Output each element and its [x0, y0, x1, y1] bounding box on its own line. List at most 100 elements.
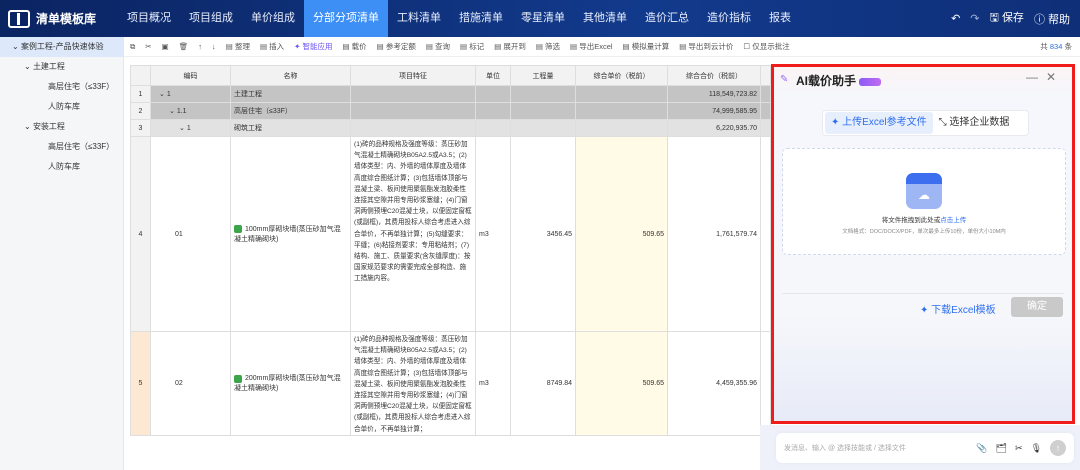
nav-tab[interactable]: 造价指标: [698, 0, 760, 37]
nav-tab[interactable]: 单价组成: [242, 0, 304, 37]
name-cell[interactable]: 100mm厚砌块墙(蒸压砂加气混凝土精确砌块): [230, 136, 351, 332]
nav-tab[interactable]: 报表: [760, 0, 800, 37]
code-cell[interactable]: ⌄ 1: [150, 119, 231, 137]
unit-price-cell[interactable]: [575, 85, 668, 103]
total-price-cell[interactable]: 6,220,935.70: [667, 119, 761, 137]
toolbar-insert-button[interactable]: ▤ 插入: [260, 41, 284, 52]
column-header[interactable]: 项目特征: [350, 65, 476, 86]
feature-cell[interactable]: [350, 85, 476, 103]
quantity-cell[interactable]: [510, 85, 576, 103]
total-price-cell[interactable]: 74,999,585.95: [667, 102, 761, 120]
unit-cell[interactable]: m3: [475, 331, 511, 436]
nav-tab[interactable]: 其他清单: [574, 0, 636, 37]
column-header[interactable]: 工程量: [510, 65, 576, 86]
nav-tab[interactable]: 造价汇总: [636, 0, 698, 37]
column-header[interactable]: 单位: [475, 65, 511, 86]
unit-cell[interactable]: [475, 85, 511, 103]
toolbar-calc-button[interactable]: ▤ 模拟量计算: [623, 41, 670, 52]
folder-icon[interactable]: 🗂: [996, 443, 1007, 454]
nav-tab[interactable]: 零星清单: [512, 0, 574, 37]
attach-icon[interactable]: 📎: [976, 443, 987, 454]
unit-cell[interactable]: m3: [475, 136, 511, 332]
unit-price-cell[interactable]: [575, 102, 668, 120]
toolbar-search-button[interactable]: ▤ 查询: [426, 41, 450, 52]
toolbar-quota-button[interactable]: ▤ 参考定额: [377, 41, 416, 52]
column-header[interactable]: 名称: [230, 65, 351, 86]
microphone-icon[interactable]: 🎙: [1031, 443, 1042, 454]
total-price-cell[interactable]: 4,459,355.96: [667, 331, 761, 436]
help-button[interactable]: ⓘ 帮助: [1034, 11, 1070, 27]
move-down-icon[interactable]: ↓: [212, 42, 216, 51]
unit-price-cell[interactable]: 509.65: [575, 331, 668, 436]
tree-item-garage[interactable]: 人防车库: [0, 97, 123, 117]
unit-cell[interactable]: [475, 102, 511, 120]
collapse-icon[interactable]: ⌄: [159, 91, 167, 98]
table-row[interactable]: 3 ⌄ 1 砌筑工程 6,220,935.70: [130, 119, 771, 137]
collapse-icon[interactable]: ⌄: [169, 108, 177, 115]
copy-icon[interactable]: ⧉: [130, 42, 135, 52]
toolbar-mark-button[interactable]: ▤ 标记: [460, 41, 484, 52]
paste-icon[interactable]: ▣: [162, 42, 169, 51]
tree-item-install[interactable]: ⌄ 安装工程: [0, 117, 123, 137]
column-header[interactable]: 综合单价（税前）: [575, 65, 668, 86]
redo-icon[interactable]: ↷: [970, 12, 979, 25]
feature-cell[interactable]: (1)砖的品种规格及强度等级：蒸压砂加气混凝土精确砌块B05A2.5或A3.5；…: [350, 331, 476, 436]
toolbar-checkbox-button[interactable]: ☐ 仅显示批注: [743, 41, 789, 52]
nav-tab[interactable]: 项目概况: [118, 0, 180, 37]
nav-tab[interactable]: 工料清单: [388, 0, 450, 37]
table-row[interactable]: 4 01 100mm厚砌块墙(蒸压砂加气混凝土精确砌块) (1)砖的品种规格及强度等级…: [130, 136, 771, 332]
nav-tab[interactable]: 项目组成: [180, 0, 242, 37]
cut-icon[interactable]: ✂: [145, 42, 151, 51]
minimize-icon[interactable]: —: [1026, 70, 1046, 84]
quantity-cell[interactable]: [510, 102, 576, 120]
unit-price-cell[interactable]: 509.65: [575, 136, 668, 332]
tree-item-highrise-2[interactable]: 高层住宅（≤33F）: [0, 137, 123, 157]
toolbar-export-button[interactable]: ▤ 导出Excel: [570, 41, 613, 52]
tree-item-garage-2[interactable]: 人防车库: [0, 157, 123, 177]
total-price-cell[interactable]: 118,549,723.82: [667, 85, 761, 103]
toolbar-filter-button[interactable]: ▤ 筛选: [536, 41, 560, 52]
name-cell[interactable]: 土建工程: [230, 85, 351, 103]
column-header[interactable]: 编码: [150, 65, 231, 86]
delete-icon[interactable]: 🗑: [179, 42, 189, 51]
unit-price-cell[interactable]: [575, 119, 668, 137]
code-cell[interactable]: ⌄ 1: [150, 85, 231, 103]
table-row[interactable]: 1 ⌄ 1 土建工程 118,549,723.82: [130, 85, 771, 103]
send-button[interactable]: ↑: [1050, 440, 1066, 456]
collapse-icon[interactable]: ⌄: [179, 125, 187, 132]
tree-item-root[interactable]: ⌄ 案例工程-产品快速体验: [0, 37, 123, 57]
chat-input[interactable]: 发消息、输入 @ 选择技能或 / 选择文件 📎 🗂 ✂ 🎙 ↑: [776, 433, 1074, 463]
save-button[interactable]: 🖫 保存: [990, 9, 1024, 28]
download-template-link[interactable]: ✦ 下载Excel模板: [920, 301, 996, 316]
scissors-icon[interactable]: ✂: [1015, 443, 1023, 454]
feature-cell[interactable]: (1)砖的品种规格及强度等级：蒸压砂加气混凝土精确砌块B05A2.5或A3.5；…: [350, 136, 476, 332]
name-cell[interactable]: 高层住宅（≤33F）: [230, 102, 351, 120]
tab-upload-excel[interactable]: ✦ 上传Excel参考文件: [825, 112, 933, 134]
upload-link[interactable]: 点击上传: [940, 217, 966, 224]
code-cell[interactable]: 02: [150, 331, 231, 436]
toolbar-sparkle-button[interactable]: ✦ 智能应用: [294, 41, 332, 52]
unit-cell[interactable]: [475, 119, 511, 137]
tree-item-civil[interactable]: ⌄ 土建工程: [0, 57, 123, 77]
move-up-icon[interactable]: ↑: [198, 42, 202, 51]
file-drop-zone[interactable]: ☁ 将文件拖拽到此处或点击上传 文档格式：DOC/DOCX/PDF，单次最多上传…: [782, 148, 1066, 255]
tab-enterprise-data[interactable]: ⤡ 选择企业数据: [933, 112, 1016, 134]
toolbar-sort-button[interactable]: ▤ 整理: [226, 41, 250, 52]
code-cell[interactable]: 01: [150, 136, 231, 332]
tree-item-highrise[interactable]: 高层住宅（≤33F）: [0, 77, 123, 97]
toolbar-expand-button[interactable]: ▤ 展开到: [494, 41, 526, 52]
code-cell[interactable]: ⌄ 1.1: [150, 102, 231, 120]
feature-cell[interactable]: [350, 102, 476, 120]
column-header[interactable]: 综合合价（税前）: [667, 65, 761, 86]
quantity-cell[interactable]: 8749.84: [510, 331, 576, 436]
close-icon[interactable]: ✕: [1046, 70, 1064, 84]
quantity-cell[interactable]: 3456.45: [510, 136, 576, 332]
nav-tab[interactable]: 分部分项清单: [304, 0, 388, 37]
total-price-cell[interactable]: 1,761,579.74: [667, 136, 761, 332]
toolbar-cloud-button[interactable]: ▤ 导出到云计价: [679, 41, 733, 52]
feature-cell[interactable]: [350, 119, 476, 137]
nav-tab[interactable]: 措施清单: [450, 0, 512, 37]
undo-icon[interactable]: ↶: [951, 12, 960, 25]
toolbar-price-button[interactable]: ▤ 载价: [343, 41, 367, 52]
name-cell[interactable]: 砌筑工程: [230, 119, 351, 137]
